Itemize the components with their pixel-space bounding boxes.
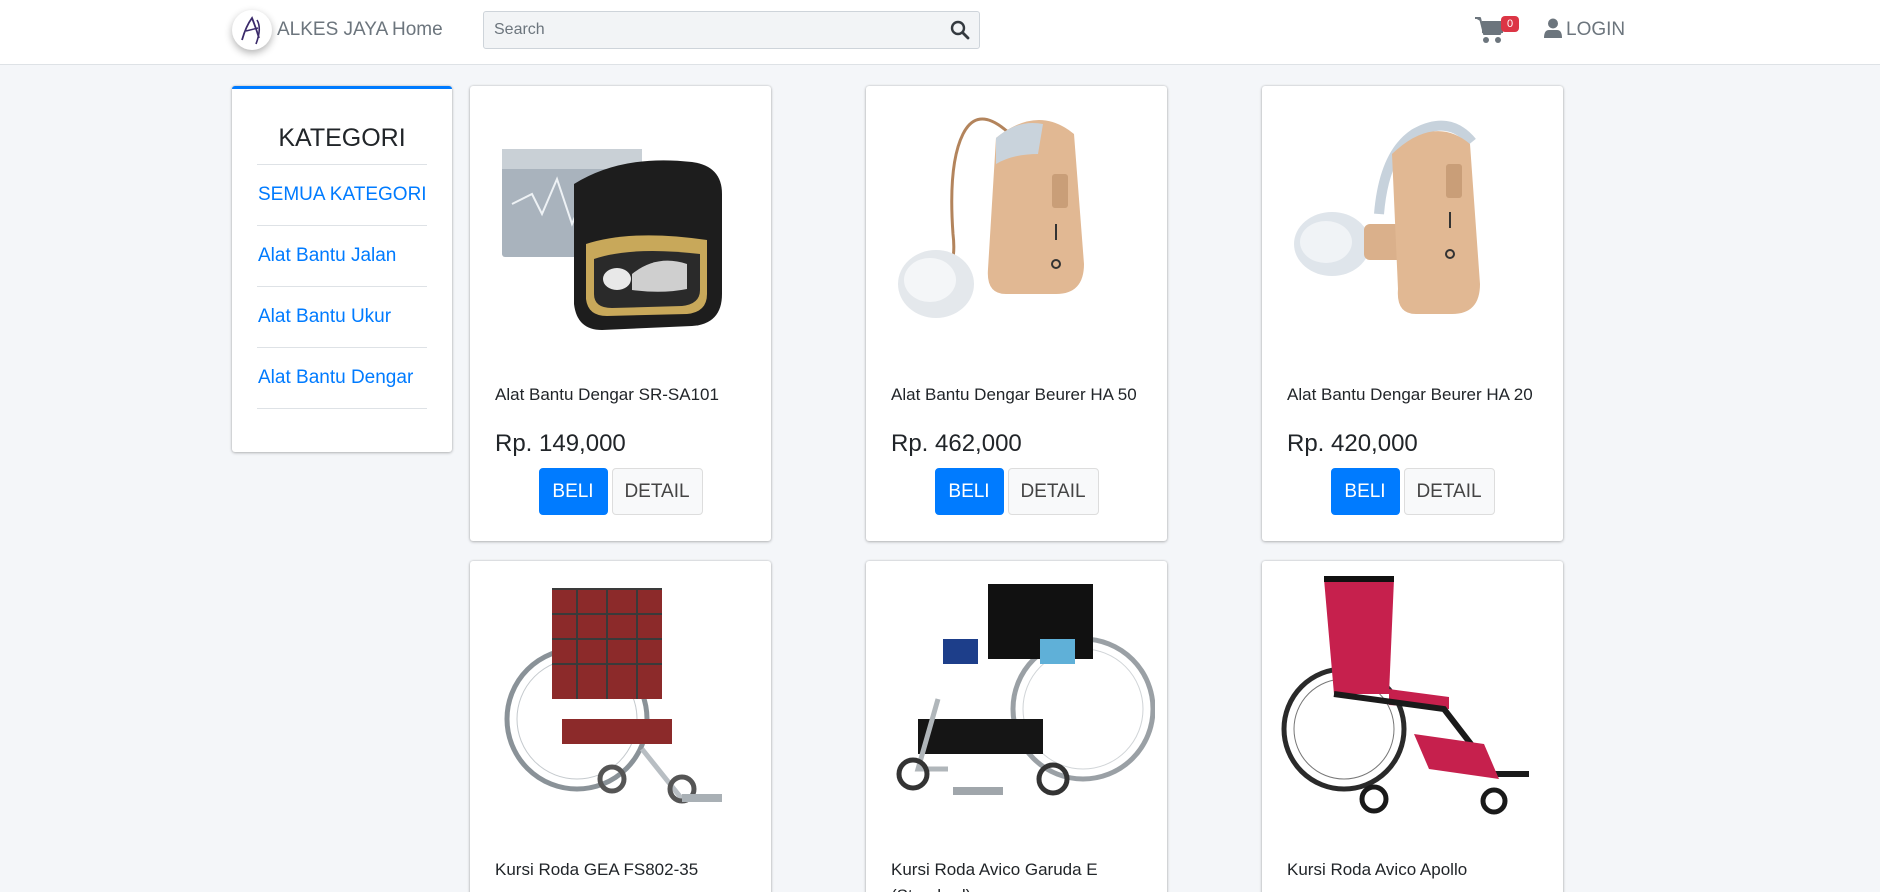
product-name[interactable]: Kursi Roda GEA FS802-35 xyxy=(495,857,760,883)
wheelchair-image[interactable] xyxy=(1274,569,1551,835)
product-price: Rp. 462,000 xyxy=(891,430,1022,457)
brand-link[interactable]: ALKES JAYA xyxy=(232,7,388,53)
category-item-walking-aids[interactable]: Alat Bantu Jalan xyxy=(257,226,427,287)
brand-logo xyxy=(232,10,272,50)
product-card: Kursi Roda Avico Garuda E (Standard) xyxy=(866,561,1167,892)
product-name[interactable]: Alat Bantu Dengar SR-SA101 xyxy=(495,382,760,408)
product-price: Rp. 149,000 xyxy=(495,430,626,457)
product-card: Alat Bantu Dengar SR-SA101 Rp. 149,000 B… xyxy=(470,86,771,541)
brand-name[interactable]: ALKES JAYA xyxy=(277,7,388,53)
search-input[interactable] xyxy=(494,20,934,40)
nav-home-link[interactable]: Home xyxy=(392,16,443,44)
user-icon xyxy=(1544,18,1562,43)
buy-button[interactable]: BELI xyxy=(934,468,1004,515)
product-name[interactable]: Kursi Roda Avico Garuda E (Standard) xyxy=(891,857,1156,892)
product-name[interactable]: Alat Bantu Dengar Beurer HA 50 xyxy=(891,382,1156,408)
category-sidebar: KATEGORI SEMUA KATEGORI Alat Bantu Jalan… xyxy=(232,86,452,452)
product-card: Kursi Roda Avico Apollo xyxy=(1262,561,1563,892)
cart-count-badge: 0 xyxy=(1501,16,1519,32)
cart-button[interactable]: 0 xyxy=(1474,15,1520,45)
search-icon[interactable] xyxy=(950,20,970,45)
detail-button[interactable]: DETAIL xyxy=(611,468,703,515)
product-name[interactable]: Kursi Roda Avico Apollo xyxy=(1287,857,1552,883)
category-item-all[interactable]: SEMUA KATEGORI xyxy=(257,165,427,226)
product-price: Rp. 420,000 xyxy=(1287,430,1418,457)
top-navbar: ALKES JAYA Home 0 LOGIN xyxy=(0,0,1880,65)
buy-button[interactable]: BELI xyxy=(538,468,608,515)
sidebar-title: KATEGORI xyxy=(278,124,406,152)
product-actions: BELI DETAIL xyxy=(1262,468,1563,515)
category-item-hearing-aids[interactable]: Alat Bantu Dengar xyxy=(257,348,427,409)
buy-button[interactable]: BELI xyxy=(1330,468,1400,515)
search-bar xyxy=(483,11,980,49)
detail-button[interactable]: DETAIL xyxy=(1403,468,1495,515)
product-card: Kursi Roda GEA FS802-35 xyxy=(470,561,771,892)
hearing-aid-image[interactable] xyxy=(1274,94,1551,360)
category-list: SEMUA KATEGORI Alat Bantu Jalan Alat Ban… xyxy=(257,164,427,409)
wheelchair-image[interactable] xyxy=(878,569,1156,835)
product-card: Alat Bantu Dengar Beurer HA 20 Rp. 420,0… xyxy=(1262,86,1563,541)
login-label: LOGIN xyxy=(1566,19,1626,40)
login-button[interactable]: LOGIN xyxy=(1544,16,1625,44)
product-actions: BELI DETAIL xyxy=(470,468,771,515)
hearing-aid-image[interactable] xyxy=(878,94,1155,360)
detail-button[interactable]: DETAIL xyxy=(1007,468,1099,515)
wheelchair-image[interactable] xyxy=(482,569,759,835)
shopping-cart-icon xyxy=(1474,17,1506,49)
hearing-aid-case-image[interactable] xyxy=(482,94,759,360)
product-actions: BELI DETAIL xyxy=(866,468,1167,515)
product-name[interactable]: Alat Bantu Dengar Beurer HA 20 xyxy=(1287,382,1552,408)
category-item-measuring-aids[interactable]: Alat Bantu Ukur xyxy=(257,287,427,348)
product-card: Alat Bantu Dengar Beurer HA 50 Rp. 462,0… xyxy=(866,86,1167,541)
